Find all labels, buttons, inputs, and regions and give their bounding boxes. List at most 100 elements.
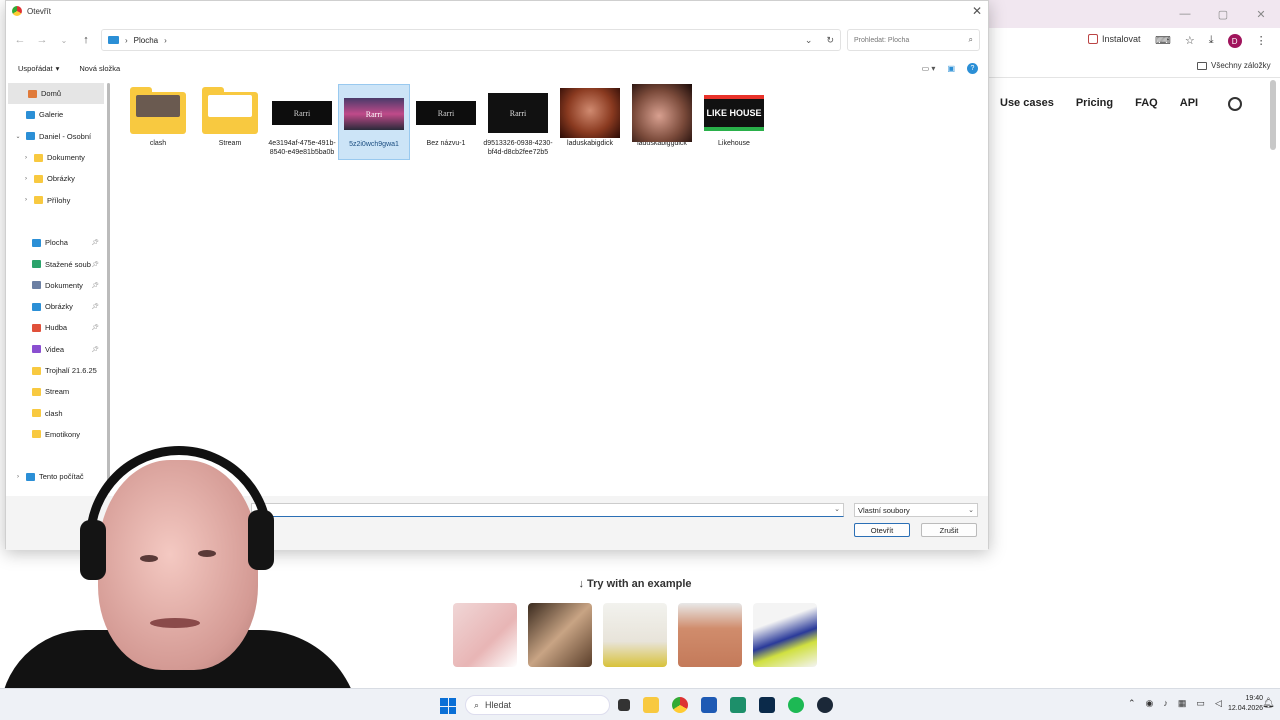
photoshop-icon[interactable]	[759, 697, 775, 713]
translate-icon[interactable]: ⌨	[1155, 34, 1171, 48]
forward-arrow-icon[interactable]: →	[31, 34, 53, 46]
app-icon[interactable]	[730, 697, 746, 713]
nav-pricing[interactable]: Pricing	[1076, 97, 1113, 109]
page-scrollbar[interactable]	[1270, 80, 1276, 150]
close-icon[interactable]: ✕	[1242, 0, 1280, 28]
help-icon[interactable]: ?	[967, 62, 978, 74]
file-item[interactable]: Rarri d9513326-0938-4230-bf4d-d8cb2fee72b…	[482, 84, 554, 160]
sidebar-item[interactable]: Videa 📌︎	[6, 339, 104, 360]
settings-gear-icon[interactable]	[1228, 97, 1242, 111]
dialog-close-icon[interactable]: ✕	[972, 4, 982, 18]
nav-use-cases[interactable]: Use cases	[1000, 97, 1054, 109]
search-input[interactable]: Prohledat: Plocha ⌕	[847, 29, 980, 51]
sidebar-item[interactable]: Plocha 📌︎	[6, 232, 104, 253]
volume-icon[interactable]: ◁	[1215, 698, 1222, 709]
sidebar-item[interactable]: Domů	[8, 83, 104, 105]
store-icon[interactable]	[701, 697, 717, 713]
file-item[interactable]: Rarri 4e3194af-475e-491b-8540-e49e81b5ba0…	[266, 84, 338, 160]
filetype-select[interactable]: Vlastní soubory ⌄	[854, 503, 978, 517]
preview-pane-icon[interactable]: ▣	[947, 64, 955, 73]
chevron-down-icon[interactable]: ⌄	[14, 133, 22, 140]
file-item[interactable]: Rarri Bez názvu-1	[410, 84, 482, 160]
app-tray-icon[interactable]: ▦	[1178, 698, 1187, 709]
sidebar-item[interactable]: › Přílohy	[6, 189, 104, 210]
chevron-up-icon[interactable]: ⌃	[1128, 698, 1136, 709]
folder-preview	[208, 95, 252, 117]
sidebar-scrollbar[interactable]	[107, 83, 110, 493]
sidebar-item[interactable]: › Dokumenty	[6, 147, 104, 168]
example-sweater[interactable]	[678, 603, 742, 667]
pin-icon: 📌︎	[91, 346, 99, 353]
task-view-icon[interactable]	[618, 699, 630, 711]
nav-faq[interactable]: FAQ	[1135, 97, 1158, 109]
chrome-icon[interactable]	[672, 697, 688, 713]
example-desk[interactable]	[528, 603, 592, 667]
monitor-icon[interactable]: ▭	[1196, 698, 1205, 709]
notification-bell-icon[interactable]: 🔔︎	[1262, 698, 1275, 709]
chevron-right-icon[interactable]: ›	[22, 197, 30, 203]
example-shoes[interactable]	[453, 603, 517, 667]
path-location[interactable]: Plocha	[134, 36, 158, 45]
chevron-right-icon[interactable]: ›	[22, 176, 30, 182]
nav-api[interactable]: API	[1180, 97, 1198, 109]
organize-button[interactable]: Uspořádat ▾	[18, 64, 59, 73]
sidebar-item[interactable]: Galerie	[6, 104, 104, 125]
sidebar-item-label: Trojhalí 21.6.25	[45, 366, 97, 375]
file-thumbnail: Rarri	[488, 90, 548, 136]
cancel-button[interactable]: Zrušit	[921, 523, 977, 537]
file-item[interactable]: LIKE HOUSE Likehouse	[698, 84, 770, 160]
minimize-icon[interactable]: —	[1166, 0, 1204, 28]
sidebar-item[interactable]: Stažené soub 📌︎	[6, 253, 104, 274]
mic-icon[interactable]: ♪	[1163, 698, 1168, 709]
clock[interactable]: 19:40 12.04.2026	[1228, 694, 1263, 714]
webcam-overlay	[0, 440, 360, 720]
sidebar-item[interactable]: Stream	[6, 381, 104, 402]
new-folder-button[interactable]: Nová složka	[79, 64, 120, 73]
chevron-right-icon[interactable]: ›	[22, 155, 30, 161]
file-explorer-icon[interactable]	[643, 697, 659, 713]
back-arrow-icon[interactable]: ←	[9, 34, 31, 46]
sidebar-item[interactable]: Trojhalí 21.6.25	[6, 360, 104, 381]
profile-avatar[interactable]: D	[1227, 34, 1242, 48]
up-arrow-icon[interactable]: ↑	[75, 34, 97, 46]
file-item[interactable]: Stream	[194, 84, 266, 160]
chevron-down-icon[interactable]: ⌄	[805, 35, 813, 46]
install-button[interactable]: Instalovat	[1088, 34, 1141, 44]
folder-icon	[26, 110, 35, 119]
steam-icon[interactable]	[817, 697, 833, 713]
file-item[interactable]: clash	[122, 84, 194, 160]
download-icon[interactable]: ⤓	[1209, 34, 1214, 48]
file-item[interactable]: laduskabiggdick	[626, 84, 698, 160]
address-path[interactable]: › Plocha › ⌄ ↻	[101, 29, 841, 51]
star-icon[interactable]: ☆	[1185, 34, 1195, 48]
refresh-icon[interactable]: ↻	[826, 35, 834, 46]
folder-icon	[34, 153, 43, 162]
menu-icon[interactable]: ⋮	[1256, 34, 1267, 48]
example-images	[453, 603, 817, 667]
file-name: d9513326-0938-4230-bf4d-d8cb2fee72b5	[483, 140, 553, 156]
file-item[interactable]: Rarri 5z2i0wch9gwa1	[338, 84, 410, 160]
folder-icon	[34, 174, 43, 183]
sidebar-item[interactable]: ⌄ Daniel - Osobní	[6, 126, 104, 147]
sidebar-item[interactable]: clash	[6, 402, 104, 423]
sidebar-item[interactable]: › Obrázky	[6, 168, 104, 189]
sidebar-item[interactable]: Dokumenty 📌︎	[6, 275, 104, 296]
sidebar-item-label: Stream	[45, 387, 70, 397]
open-button[interactable]: Otevřít	[854, 523, 910, 537]
example-room[interactable]	[603, 603, 667, 667]
view-options-icon[interactable]: ▭ ▾	[922, 64, 936, 73]
chevron-down-icon[interactable]: ⌄	[834, 505, 840, 513]
taskbar-search[interactable]: ⌕ Hledat	[465, 695, 610, 715]
example-sneaker[interactable]	[753, 603, 817, 667]
sidebar-item[interactable]: Hudba 📌︎	[6, 317, 104, 338]
folder-icon	[28, 89, 37, 98]
recent-chevron-icon[interactable]: ⌄	[53, 36, 75, 45]
spotify-icon[interactable]	[788, 697, 804, 713]
windows-start-icon[interactable]	[440, 698, 456, 714]
all-bookmarks-button[interactable]: Všechny záložky	[1197, 61, 1271, 70]
file-item[interactable]: laduskabigdick	[554, 84, 626, 160]
image-thumbnail	[560, 88, 620, 138]
maximize-icon[interactable]: ▢	[1204, 0, 1242, 28]
sidebar-item[interactable]: Obrázky 📌︎	[6, 296, 104, 317]
network-icon[interactable]: ◉	[1146, 698, 1154, 709]
